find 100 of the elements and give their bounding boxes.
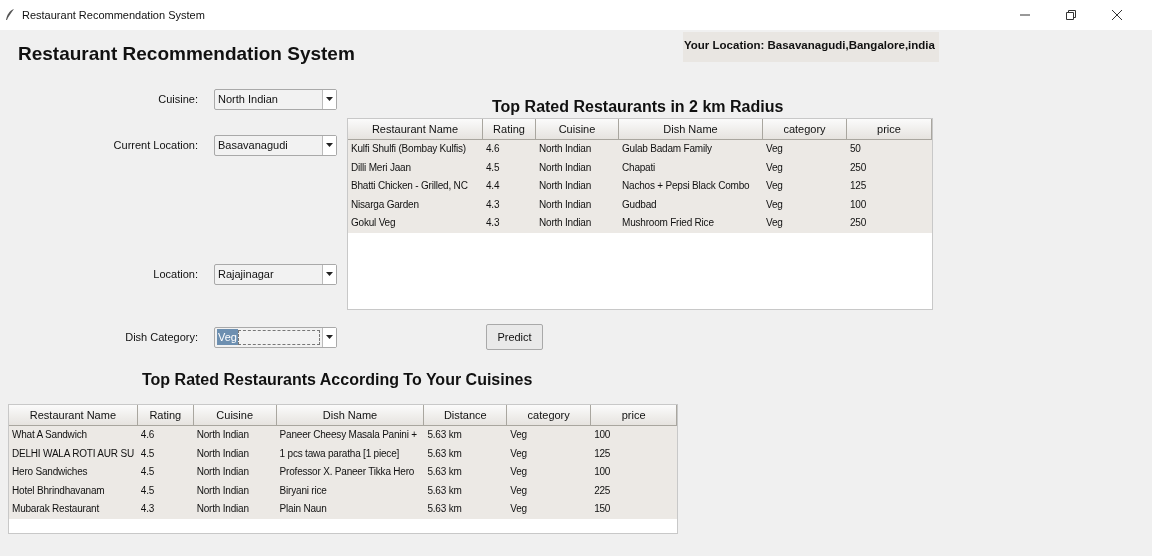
table-cell-text: 4.5	[485, 160, 501, 175]
close-icon[interactable]	[1112, 10, 1122, 20]
table-cell-text: Veg	[765, 216, 784, 230]
table-cell-text: North Indian	[538, 160, 593, 175]
table-cell-text: Kulfi Shulfi (Bombay Kulfis)	[350, 142, 467, 156]
predict-button[interactable]: Predict	[486, 324, 543, 350]
table-cell-text: Gulab Badam Family	[621, 142, 713, 156]
window-title: Restaurant Recommendation System	[22, 7, 205, 23]
table-cell-text: Biryani rice	[278, 483, 328, 498]
column-header[interactable]: price	[847, 119, 932, 140]
column-header[interactable]: Rating	[137, 405, 194, 426]
table-cell-text: Paneer Cheesy Masala Panini +	[278, 428, 418, 442]
table-cell-text: 4.4	[485, 179, 501, 193]
table-cell-text: North Indian	[538, 216, 593, 230]
table-cell-text: Veg	[765, 142, 784, 156]
table-cell-text: Veg	[765, 197, 784, 212]
column-header[interactable]: Dish Name	[619, 119, 763, 140]
table-cell-text: Plain Naun	[278, 502, 328, 516]
section-heading: Top Rated Restaurants in 2 km Radius	[492, 97, 784, 117]
table-cell-text: 5.63 km	[426, 502, 463, 516]
app-title: Restaurant Recommendation System	[18, 42, 356, 66]
table-cell-text: 4.6	[139, 428, 156, 442]
table-cell-text: 4.3	[139, 502, 156, 516]
dropdown[interactable]: Rajajinagar	[214, 263, 337, 285]
feather-icon	[5, 9, 15, 21]
dropdown-value: Rajajinagar	[218, 266, 274, 282]
table-cell-text: North Indian	[538, 179, 593, 193]
caret-icon	[326, 335, 333, 339]
table-cell-text: 250	[849, 160, 868, 175]
field-label: Location:	[152, 266, 199, 282]
table-cell-text: 225	[593, 483, 612, 498]
table-cell-text: Gokul Veg	[350, 216, 397, 230]
table-cell-text: 4.5	[139, 483, 156, 498]
table-cell-text: Professor X. Paneer Tikka Hero	[278, 465, 416, 479]
table-cell-text: North Indian	[538, 142, 593, 156]
dropdown-value: Basavanagudi	[218, 137, 288, 153]
column-header[interactable]: category	[763, 119, 847, 140]
caret-icon	[326, 272, 333, 276]
table-cell-text: 100	[849, 197, 868, 212]
table-cell-text: 125	[593, 446, 612, 461]
table-cell-text: What A Sandwich	[11, 428, 88, 442]
table-cell-text: Mubarak Restaurant	[11, 502, 100, 516]
table-cell-text: Veg	[509, 428, 528, 442]
table-cell-text: Chapati	[621, 160, 657, 175]
table-cell-text: 5.63 km	[426, 483, 463, 498]
section-heading: Top Rated Restaurants According To Your Cuisines	[142, 370, 534, 390]
table-cell-text: 250	[849, 216, 868, 230]
table-cell-text: 100	[593, 428, 612, 442]
table-cell-text: North Indian	[195, 446, 250, 461]
table-cell-text: North Indian	[195, 428, 250, 442]
caret-icon	[326, 97, 333, 101]
table-cell-text: 4.5	[139, 446, 156, 461]
field-label: Cuisine:	[157, 91, 199, 107]
column-header[interactable]: price	[591, 405, 677, 426]
table-cell-text: Dilli Meri Jaan	[350, 160, 412, 175]
table-cell-text: Veg	[509, 502, 528, 516]
table-cell-text: Hero Sandwiches	[11, 465, 89, 479]
column-header[interactable]: Cuisine	[193, 405, 277, 426]
restore-icon[interactable]	[1066, 10, 1076, 20]
table-cell-text: 100	[593, 465, 612, 479]
table-cell-text: 4.6	[485, 142, 501, 156]
table-cell-text: Veg	[509, 465, 528, 479]
location-banner: Your Location: Basavanagudi,Bangalore,india	[683, 32, 939, 62]
table-cell-text: North Indian	[538, 197, 593, 212]
table-cell-text: 5.63 km	[426, 446, 463, 461]
field-label: Current Location:	[112, 137, 199, 153]
dropdown[interactable]: North Indian	[214, 88, 337, 110]
table-cell-text: 50	[849, 142, 862, 156]
table-cell-text: 4.3	[485, 216, 501, 230]
table-cell-text: 5.63 km	[426, 428, 463, 442]
table-cell-text: North Indian	[195, 465, 250, 479]
table-cell-text: 4.3	[485, 197, 501, 212]
column-header[interactable]: Distance	[424, 405, 508, 426]
table-cell-text: Gudbad	[621, 197, 658, 212]
table-cell-text: Nisarga Garden	[350, 197, 420, 212]
column-header[interactable]: category	[507, 405, 592, 426]
table-cell-text: Veg	[509, 483, 528, 498]
dropdown[interactable]: Basavanagudi	[214, 134, 337, 156]
table-cell-text: Hotel Bhrindhavanam	[11, 483, 106, 498]
table-cell-text: Veg	[765, 160, 784, 175]
table-cell-text: North Indian	[195, 502, 250, 516]
column-header[interactable]: Cuisine	[536, 119, 619, 140]
dropdown-value: Veg	[217, 328, 238, 346]
table-cell-text: Veg	[509, 446, 528, 461]
table-cell-text: 150	[593, 502, 612, 516]
table-cell-text: Bhatti Chicken - Grilled, NC	[350, 179, 469, 193]
field-label: Dish Category:	[124, 329, 199, 345]
table-cell-text: Veg	[765, 179, 784, 193]
column-header[interactable]: Dish Name	[276, 405, 425, 426]
column-header[interactable]: Restaurant Name	[348, 119, 483, 140]
table-cell-text: 125	[849, 179, 868, 193]
column-header[interactable]: Restaurant Name	[9, 405, 138, 426]
table-cell-text: North Indian	[195, 483, 250, 498]
caret-icon	[326, 143, 333, 147]
table-cell-text: Nachos + Pepsi Black Combo	[621, 179, 751, 193]
table-cell-text: 1 pcs tawa paratha [1 piece]	[278, 446, 401, 461]
column-header[interactable]: Rating	[483, 119, 536, 140]
table-cell-text: Mushroom Fried Rice	[621, 216, 715, 230]
dropdown-value: North Indian	[218, 91, 278, 107]
table-cell-text: 5.63 km	[426, 465, 463, 479]
